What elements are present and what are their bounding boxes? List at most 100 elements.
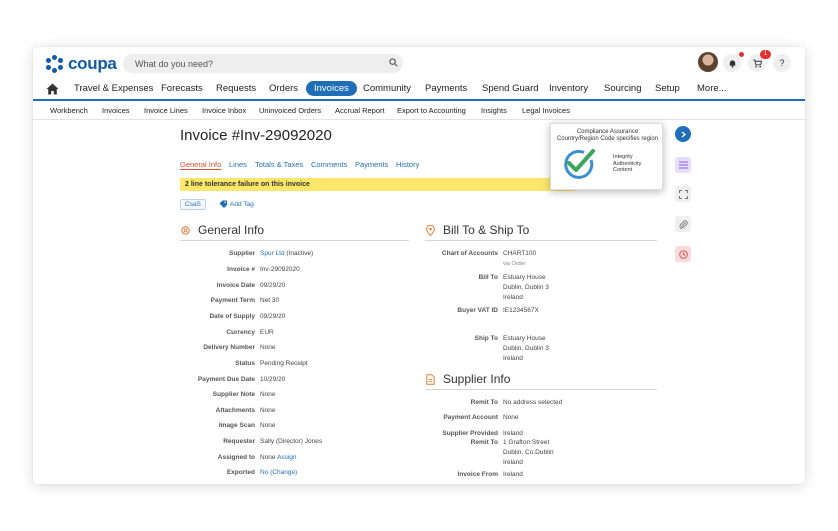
nav-orders[interactable]: Orders (269, 83, 298, 94)
assigned-to-value: None (260, 454, 276, 461)
bell-icon (729, 59, 735, 68)
compliance-check-icon (564, 149, 595, 179)
field-label-assigned-to: Assigned to (217, 454, 255, 461)
field-value-bill-to-line3: Ireland (503, 294, 523, 301)
tab-totals-taxes[interactable]: Totals & Taxes (255, 160, 303, 169)
fullscreen-button[interactable] (675, 186, 691, 202)
nav-setup[interactable]: Setup (655, 83, 680, 94)
subnav-invoices[interactable]: Invoices (102, 106, 130, 115)
field-value-currency: EUR (260, 329, 274, 336)
supplier-info-heading: Supplier Info (425, 372, 510, 386)
main-nav: Travel & Expenses Forecasts Requests Ord… (33, 79, 805, 101)
field-value-payment-account: None (503, 414, 519, 421)
subnav-accrual-report[interactable]: Accrual Report (335, 106, 385, 115)
chart-of-accounts-note: via Order (503, 261, 526, 267)
change-exported-link[interactable]: (Change) (270, 469, 297, 476)
field-value-chart-of-accounts: CHART100 (503, 250, 537, 257)
field-label-remit-to: Remit To (470, 399, 498, 406)
exported-value: No (260, 469, 269, 476)
field-label-payment-due-date: Payment Due Date (197, 376, 255, 383)
sub-nav: Workbench Invoices Invoice Lines Invoice… (33, 103, 805, 120)
nav-requests[interactable]: Requests (216, 83, 256, 94)
location-pin-icon (426, 224, 435, 236)
add-tag-label: Add Tag (230, 200, 254, 208)
field-value-remit-to-line3: Ireland (503, 459, 523, 466)
nav-travel-expenses[interactable]: Travel & Expenses (74, 83, 153, 94)
history-button[interactable] (675, 246, 691, 262)
attachment-button[interactable] (675, 216, 691, 232)
field-value-delivery-number: None (260, 344, 276, 351)
tab-history[interactable]: History (396, 160, 419, 169)
nav-spend-guard[interactable]: Spend Guard (482, 83, 539, 94)
user-avatar[interactable] (698, 52, 718, 72)
general-info-divider (180, 240, 409, 241)
popup-title: Compliance Assurance Country/Region Code… (551, 129, 664, 143)
tab-comments[interactable]: Comments (311, 160, 347, 169)
nav-sourcing[interactable]: Sourcing (604, 83, 642, 94)
field-label-supplier-note: Supplier Note (212, 391, 255, 398)
csas-tag[interactable]: CsaS (180, 199, 206, 210)
field-label-payment-account: Payment Account (443, 414, 498, 421)
invoice-title: Invoice #Inv-29092020 (180, 127, 332, 144)
nav-more[interactable]: More... (697, 83, 727, 94)
field-value-requester: Sally (Director) Jones (260, 438, 323, 445)
field-value-status: Pending Receipt (260, 360, 308, 367)
search-input[interactable] (123, 54, 403, 73)
app-window: coupa 1 ? Travel & Expenses Forecasts (33, 47, 805, 484)
subnav-invoice-inbox[interactable]: Invoice Inbox (202, 106, 246, 115)
field-value-image-scan: None (260, 422, 276, 429)
tolerance-alert: 2 line tolerance failure on this invoice (180, 178, 575, 191)
field-value-bill-to-line2: Dublin, Dublin 3 (503, 284, 549, 291)
top-bar: coupa 1 ? (33, 47, 805, 79)
supplier-status: (Inactive) (286, 250, 314, 257)
field-value-remit-to-line1: 1 Grafton Street (503, 439, 550, 446)
popup-criteria-content: Content (613, 167, 633, 173)
notification-dot (739, 52, 744, 57)
compliance-assurance-popup: Compliance Assurance Country/Region Code… (550, 123, 663, 190)
field-value-supplier-note: None (260, 391, 276, 398)
field-value-ship-to-line2: Dublin, Dublin 3 (503, 345, 549, 352)
nav-invoices[interactable]: Invoices (306, 81, 357, 96)
help-button[interactable]: ? (773, 54, 791, 72)
nav-community[interactable]: Community (363, 83, 411, 94)
nav-forecasts[interactable]: Forecasts (161, 83, 203, 94)
tab-general-info[interactable]: General Info (180, 160, 222, 170)
nav-inventory[interactable]: Inventory (549, 83, 588, 94)
home-icon[interactable] (46, 83, 59, 95)
field-value-bill-to-line1: Estuary House (503, 274, 546, 281)
field-label-date-of-supply: Date of Supply (209, 313, 255, 320)
bill-ship-heading: Bill To & Ship To (425, 223, 529, 237)
tab-payments[interactable]: Payments (355, 160, 388, 169)
supplier-link[interactable]: Spur Ltd (260, 250, 285, 257)
subnav-uninvoiced-orders[interactable]: Uninvoiced Orders (259, 106, 321, 115)
subnav-legal-invoices[interactable]: Legal Invoices (522, 106, 570, 115)
tab-lines[interactable]: Lines (229, 160, 247, 169)
assign-link[interactable]: Assign (277, 454, 297, 461)
field-value-ship-to-line3: Ireland (503, 355, 523, 362)
field-label-buyer-vat-id: Buyer VAT ID (457, 307, 498, 314)
subnav-invoice-lines[interactable]: Invoice Lines (144, 106, 188, 115)
field-value-invoice-from: Ireland (503, 471, 523, 478)
field-label-exported: Exported (226, 469, 255, 476)
popup-title-line2: Country/Region Code specifies region (556, 136, 659, 142)
field-value-assigned-to: None Assign (260, 453, 297, 463)
search-icon[interactable] (389, 58, 398, 67)
subnav-export-accounting[interactable]: Export to Accounting (397, 106, 466, 115)
list-panel-button[interactable] (675, 157, 691, 173)
add-tag-button[interactable]: Add Tag (219, 200, 254, 208)
subnav-workbench[interactable]: Workbench (50, 106, 88, 115)
notifications-button[interactable] (723, 54, 741, 72)
cart-icon (752, 58, 762, 67)
tag-icon (219, 200, 227, 208)
field-label-image-scan: Image Scan (218, 422, 255, 429)
coupa-logo[interactable]: coupa (45, 54, 117, 74)
field-label-attachments: Attachments (215, 407, 255, 414)
general-info-heading: General Info (180, 223, 264, 237)
subnav-insights[interactable]: Insights (481, 106, 507, 115)
bill-ship-divider (425, 240, 657, 241)
field-label-currency: Currency (226, 329, 255, 336)
nav-payments[interactable]: Payments (425, 83, 467, 94)
expand-panel-button[interactable] (675, 126, 691, 142)
field-label-bill-to: Bill To (478, 274, 498, 281)
field-value-attachments: None (260, 407, 276, 414)
